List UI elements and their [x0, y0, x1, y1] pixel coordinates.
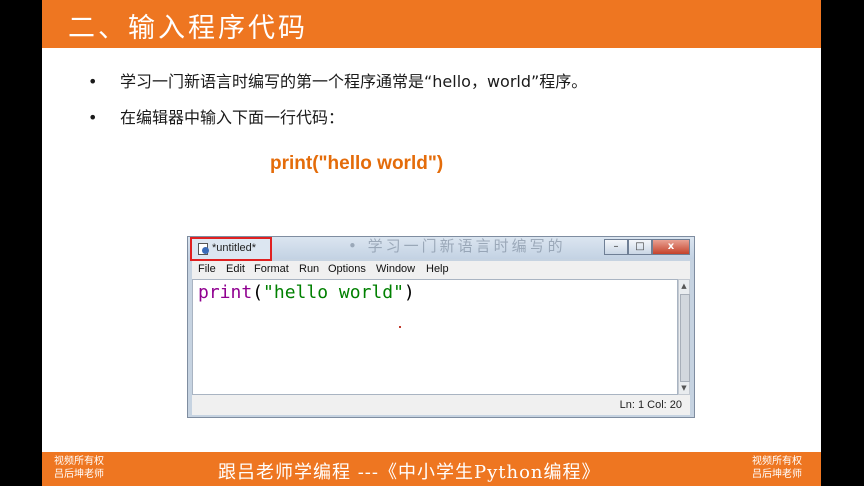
- footer-bar: 跟吕老师学编程 ---《中小学生Python编程》: [42, 452, 821, 486]
- menu-format[interactable]: Format: [254, 263, 289, 275]
- slide: 二、输入程序代码 • 学习一门新语言时编写的第一个程序通常是“hello，wor…: [42, 0, 821, 486]
- code-line: print("hello world"): [198, 282, 415, 303]
- minimize-button[interactable]: –: [604, 239, 628, 255]
- title-bar: 二、输入程序代码: [42, 0, 821, 48]
- window-tab[interactable]: *untitled*: [190, 237, 272, 261]
- code-paren-close: ): [403, 282, 415, 303]
- scroll-down-icon[interactable]: ▼: [679, 382, 689, 394]
- watermark-line: 视频所有权: [752, 456, 802, 467]
- idle-editor-window: • 学习一门新语言时编写的 *untitled* – □ x File Edit…: [187, 236, 695, 418]
- watermark-left: 视频所有权 吕后坤老师: [54, 455, 124, 481]
- watermark-line: 吕后坤老师: [752, 469, 802, 480]
- bullet-text: 学习一门新语言时编写的第一个程序通常是“hello，world”程序。: [120, 72, 588, 91]
- window-title-bar[interactable]: • 学习一门新语言时编写的 *untitled* – □ x: [188, 237, 694, 261]
- menu-bar: File Edit Format Run Options Window Help: [192, 261, 690, 279]
- slide-title: 二、输入程序代码: [68, 13, 308, 44]
- python-file-icon: [198, 243, 209, 255]
- code-example: print("hello world"): [270, 153, 444, 174]
- menu-options[interactable]: Options: [328, 263, 366, 275]
- code-paren-open: (: [252, 282, 264, 303]
- scroll-up-icon[interactable]: ▲: [679, 280, 689, 292]
- menu-file[interactable]: File: [198, 263, 216, 275]
- bullet-dot-icon: •: [88, 72, 98, 91]
- watermark-line: 吕后坤老师: [54, 469, 104, 480]
- menu-run[interactable]: Run: [299, 263, 319, 275]
- cursor-position: Ln: 1 Col: 20: [619, 399, 682, 411]
- code-keyword: print: [198, 282, 253, 303]
- footer-text: 跟吕老师学编程 ---《中小学生Python编程》: [218, 462, 601, 483]
- bullet-text: 在编辑器中输入下面一行代码：: [120, 108, 345, 127]
- scroll-thumb[interactable]: [680, 294, 690, 382]
- status-bar: Ln: 1 Col: 20: [192, 395, 690, 415]
- menu-window[interactable]: Window: [376, 263, 415, 275]
- code-editor[interactable]: print("hello world"): [192, 279, 678, 395]
- menu-help[interactable]: Help: [426, 263, 449, 275]
- close-button[interactable]: x: [652, 239, 690, 255]
- cursor-dot: [399, 326, 401, 328]
- window-tab-label: *untitled*: [212, 242, 257, 254]
- code-string: "hello world": [263, 282, 404, 303]
- bullet-dot-icon: •: [88, 108, 98, 127]
- background-ghost-text: • 学习一门新语言时编写的: [348, 237, 566, 255]
- vertical-scrollbar[interactable]: ▲ ▼: [678, 279, 690, 395]
- maximize-button[interactable]: □: [628, 239, 652, 255]
- menu-edit[interactable]: Edit: [226, 263, 245, 275]
- watermark-line: 视频所有权: [54, 456, 104, 467]
- watermark-right: 视频所有权 吕后坤老师: [752, 455, 822, 481]
